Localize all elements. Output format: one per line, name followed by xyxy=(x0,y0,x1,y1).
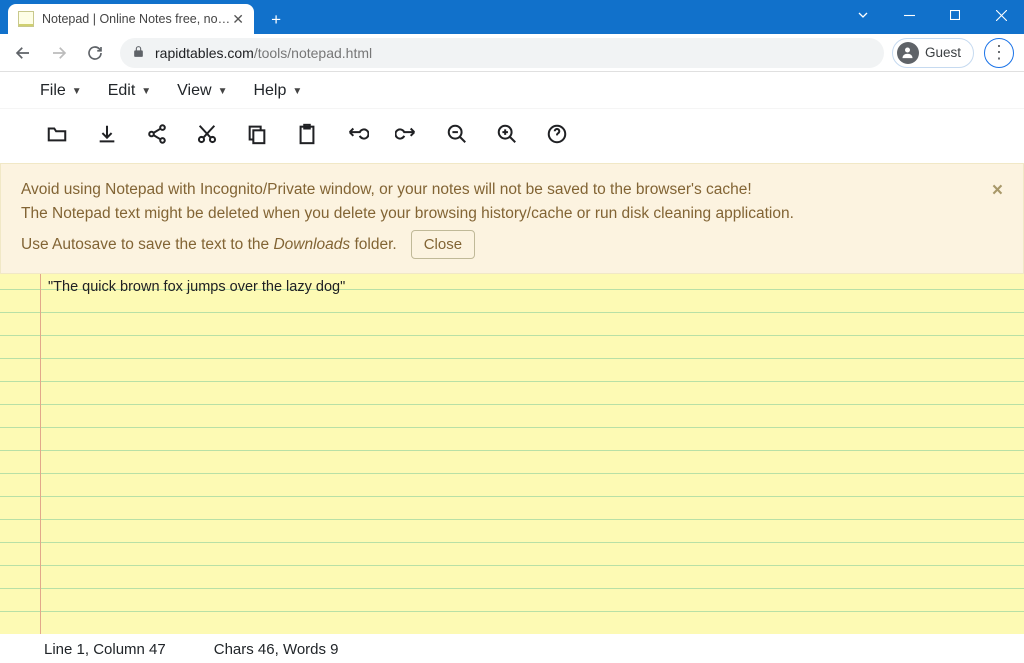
tab-title: Notepad | Online Notes free, no… xyxy=(42,12,230,26)
notepad-text-content: "The quick brown fox jumps over the lazy… xyxy=(48,276,1014,299)
status-line-col: Line 1, Column 47 xyxy=(44,641,166,658)
notepad-margin-line xyxy=(40,274,41,634)
menu-view[interactable]: View▼ xyxy=(177,82,227,100)
alert-line-2: The Notepad text might be deleted when y… xyxy=(21,202,983,226)
close-window-button[interactable] xyxy=(978,0,1024,30)
status-bar: Line 1, Column 47 Chars 46, Words 9 xyxy=(0,634,1024,663)
profile-area: Guest ⋮ xyxy=(892,38,1018,68)
window-chevron-button[interactable] xyxy=(840,0,886,30)
new-tab-button[interactable]: + xyxy=(262,6,290,34)
warning-alert: × Avoid using Notepad with Incognito/Pri… xyxy=(0,163,1024,274)
reload-button[interactable] xyxy=(78,38,112,68)
menu-edit[interactable]: Edit▼ xyxy=(108,82,151,100)
alert-close-button[interactable]: Close xyxy=(411,230,475,259)
cut-icon[interactable] xyxy=(194,121,220,147)
chevron-down-icon: ▼ xyxy=(141,86,151,97)
avatar-icon xyxy=(897,42,919,64)
address-bar[interactable]: rapidtables.com/tools/notepad.html xyxy=(120,38,884,68)
tab-strip: Notepad | Online Notes free, no… ✕ + xyxy=(0,0,290,34)
status-chars-words: Chars 46, Words 9 xyxy=(214,641,339,658)
share-icon[interactable] xyxy=(144,121,170,147)
chevron-down-icon: ▼ xyxy=(292,86,302,97)
back-button[interactable] xyxy=(6,38,40,68)
forward-button[interactable] xyxy=(42,38,76,68)
tab-favicon xyxy=(18,11,34,27)
download-icon[interactable] xyxy=(94,121,120,147)
page-content: File▼ Edit▼ View▼ Help▼ × Avoid using No… xyxy=(0,72,1024,663)
menu-file[interactable]: File▼ xyxy=(40,82,82,100)
browser-menu-button[interactable]: ⋮ xyxy=(984,38,1014,68)
undo-icon[interactable] xyxy=(344,121,370,147)
redo-icon[interactable] xyxy=(394,121,420,147)
open-folder-icon[interactable] xyxy=(44,121,70,147)
alert-line-1: Avoid using Notepad with Incognito/Priva… xyxy=(21,178,983,202)
guest-label: Guest xyxy=(925,45,961,60)
close-tab-icon[interactable]: ✕ xyxy=(230,11,246,27)
toolbar xyxy=(0,109,1024,163)
notepad-ruled-lines xyxy=(0,274,1024,634)
zoom-out-icon[interactable] xyxy=(444,121,470,147)
minimize-button[interactable] xyxy=(886,0,932,30)
maximize-button[interactable] xyxy=(932,0,978,30)
copy-icon[interactable] xyxy=(244,121,270,147)
guest-badge[interactable]: Guest xyxy=(892,38,974,68)
help-icon[interactable] xyxy=(544,121,570,147)
chevron-down-icon: ▼ xyxy=(218,86,228,97)
menu-help[interactable]: Help▼ xyxy=(253,82,302,100)
app-menu-bar: File▼ Edit▼ View▼ Help▼ xyxy=(0,72,1024,109)
address-toolbar: rapidtables.com/tools/notepad.html Guest… xyxy=(0,34,1024,72)
lock-icon xyxy=(132,45,145,61)
window-controls xyxy=(840,0,1024,30)
browser-titlebar: Notepad | Online Notes free, no… ✕ + xyxy=(0,0,1024,34)
url-text: rapidtables.com/tools/notepad.html xyxy=(155,45,372,61)
alert-close-icon[interactable]: × xyxy=(992,176,1003,205)
alert-line-3: Use Autosave to save the text to the Dow… xyxy=(21,233,397,257)
zoom-in-icon[interactable] xyxy=(494,121,520,147)
browser-tab[interactable]: Notepad | Online Notes free, no… ✕ xyxy=(8,4,254,34)
paste-icon[interactable] xyxy=(294,121,320,147)
notepad-editor[interactable]: "The quick brown fox jumps over the lazy… xyxy=(0,274,1024,634)
chevron-down-icon: ▼ xyxy=(72,86,82,97)
